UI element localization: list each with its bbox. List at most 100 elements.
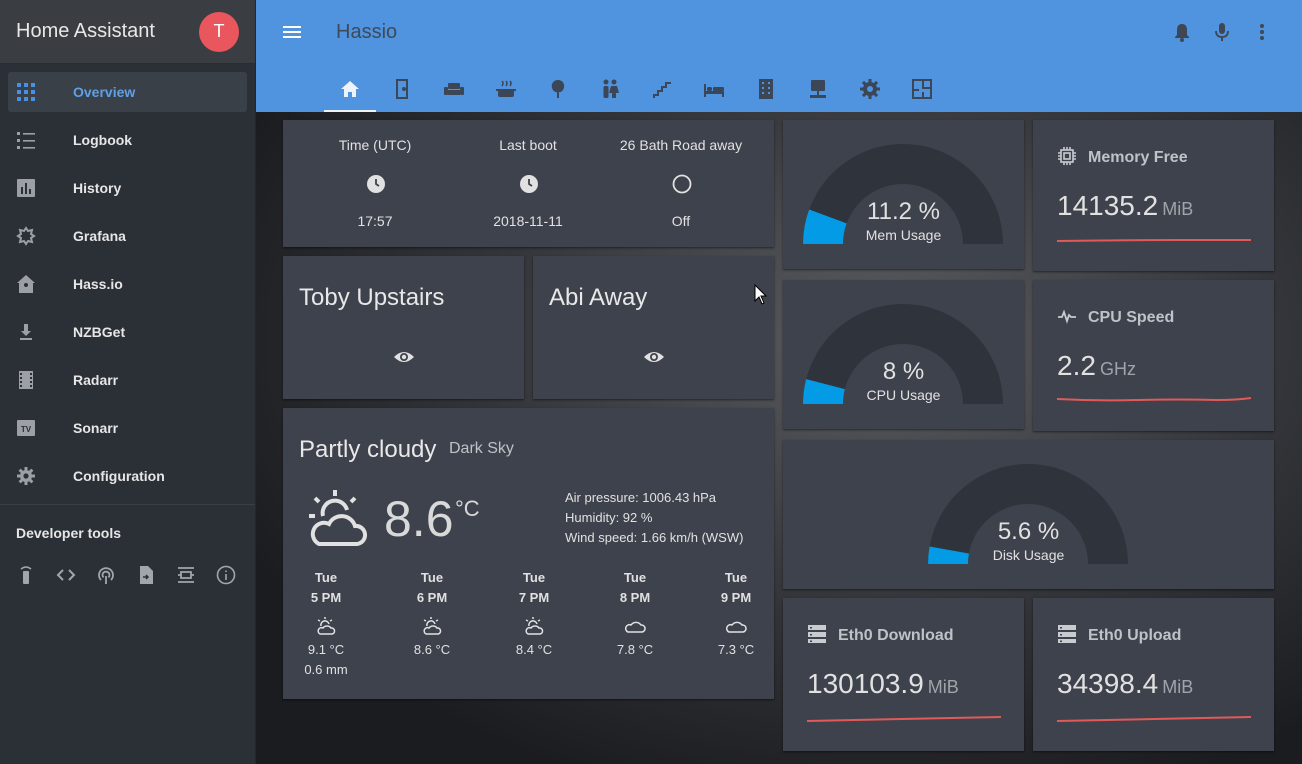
tab-building[interactable]: [740, 74, 792, 112]
tab-floorplan[interactable]: [896, 74, 948, 112]
app-title: Home Assistant: [16, 20, 155, 42]
weather-attributes: Air pressure: 1006.43 hPa Humidity: 92 %…: [565, 488, 743, 548]
entity-name: Time (UTC): [338, 137, 412, 153]
sensor-value: 34398.4: [1057, 668, 1159, 699]
info-icon[interactable]: [216, 565, 236, 585]
podcast-icon[interactable]: [96, 565, 116, 585]
timeline-icon[interactable]: [176, 565, 196, 585]
sensor-card-eth0-upload[interactable]: Eth0 Upload 34398.4 MiB: [1033, 598, 1274, 751]
film-icon: [8, 370, 48, 390]
sidebar-item-overview[interactable]: Overview: [8, 72, 247, 112]
forecast-time: 8 PM: [619, 590, 651, 605]
more-vertical-icon[interactable]: [1252, 22, 1272, 42]
people-icon: [603, 79, 619, 98]
sensor-value: 130103.9: [807, 668, 924, 699]
weather-pressure: Air pressure: 1006.43 hPa: [565, 490, 717, 505]
entity-state: 17:57: [357, 213, 393, 229]
sensor-unit: MiB: [1162, 199, 1194, 219]
forecast-temp: 9.1 °C: [307, 642, 345, 657]
sidebar-item-history[interactable]: History: [8, 168, 247, 208]
forecast-item: Tue 8 PM 7.8 °C: [600, 568, 670, 660]
tab-door[interactable]: [376, 74, 428, 112]
tab-home[interactable]: [324, 74, 376, 112]
tab-people[interactable]: [584, 74, 636, 112]
sidebar-item-grafana[interactable]: Grafana: [8, 216, 247, 256]
grafana-icon: [8, 226, 48, 246]
weather-temperature: 8.6: [384, 491, 454, 547]
sidebar-item-label: Overview: [73, 84, 136, 100]
sofa-icon: [444, 83, 464, 95]
tree-icon: [551, 80, 565, 98]
sidebar-item-sonarr[interactable]: TV Sonarr: [8, 408, 247, 448]
sidebar-item-configuration[interactable]: Configuration: [8, 456, 247, 496]
building-icon: [759, 79, 773, 99]
sidebar-item-logbook[interactable]: Logbook: [8, 120, 247, 160]
presence-card-toby[interactable]: Toby Upstairs: [283, 256, 524, 399]
presence-card-abi[interactable]: Abi Away: [533, 256, 774, 399]
remote-icon[interactable]: [16, 565, 36, 585]
tab-office[interactable]: [792, 74, 844, 112]
user-avatar[interactable]: T: [199, 11, 239, 52]
microphone-icon[interactable]: [1212, 22, 1232, 42]
apps-icon: [8, 82, 48, 102]
list-icon: [8, 130, 48, 150]
gauge-card-mem[interactable]: 11.2 % Mem Usage: [783, 120, 1024, 269]
sensor-value: 2.2: [1057, 350, 1096, 381]
entity-name: 26 Bath Road away: [619, 137, 743, 153]
entity-state: 2018-11-11: [493, 213, 563, 229]
gauge-card-disk[interactable]: 5.6 % Disk Usage: [783, 440, 1274, 589]
sidebar-item-radarr[interactable]: Radarr: [8, 360, 247, 400]
sensor-card-memory-free[interactable]: Memory Free 14135.2 MiB: [1033, 120, 1274, 271]
entity-state: Off: [671, 213, 691, 229]
tab-stairs[interactable]: [636, 74, 688, 112]
desk-icon: [810, 80, 826, 98]
tab-garden[interactable]: [532, 74, 584, 112]
sensor-name: CPU Speed: [1088, 309, 1175, 326]
tab-sofa[interactable]: [428, 74, 480, 112]
sidebar-item-label: NZBGet: [73, 324, 126, 340]
sensor-value-row: 14135.2 MiB: [1057, 190, 1193, 222]
gauge-card-cpu[interactable]: 8 % CPU Usage: [783, 280, 1024, 429]
tab-settings[interactable]: [844, 74, 896, 112]
sensor-name: Memory Free: [1088, 149, 1188, 166]
entity-name: Last boot: [499, 137, 557, 153]
sidebar-item-nzbget[interactable]: NZBGet: [8, 312, 247, 352]
sidebar-nav: Overview Logbook History Grafana Hass.io…: [0, 64, 255, 496]
gear-icon: [8, 466, 48, 486]
sparkline: [1057, 397, 1251, 402]
weather-unit: °C: [455, 496, 480, 521]
svg-text:TV: TV: [21, 425, 32, 434]
sidebar-item-label: Grafana: [73, 228, 126, 244]
partly-cloudy-icon: [305, 486, 371, 548]
sensor-card-eth0-download[interactable]: Eth0 Download 130103.9 MiB: [783, 598, 1024, 751]
sensor-unit: MiB: [927, 677, 959, 697]
system-entities-card: Time (UTC) 17:57 Last boot 2018-11-11 26…: [283, 120, 774, 247]
presence-name: Toby Upstairs: [299, 284, 445, 311]
circle-outline-icon: [672, 174, 692, 194]
bell-icon[interactable]: [1172, 22, 1192, 42]
sensor-card-cpu-speed[interactable]: CPU Speed 2.2 GHz: [1033, 280, 1274, 431]
mouse-cursor-icon: [754, 284, 768, 305]
tab-bedroom[interactable]: [688, 74, 740, 112]
forecast-item: Tue 6 PM 8.6 °C: [397, 568, 467, 660]
partly-cloudy-icon: [523, 615, 545, 637]
sensor-value-row: 2.2 GHz: [1057, 350, 1136, 382]
sidebar-item-label: Radarr: [73, 372, 119, 388]
forecast-day: Tue: [623, 570, 647, 585]
sidebar: Home Assistant T Overview Logbook Histor…: [0, 0, 256, 764]
server-icon: [807, 624, 829, 646]
sidebar-item-hassio[interactable]: Hass.io: [8, 264, 247, 304]
developer-tools-title: Developer tools: [16, 525, 122, 541]
door-icon: [396, 79, 408, 99]
weather-card[interactable]: Partly cloudy Dark Sky 8.6 °C Air pressu…: [283, 408, 774, 699]
weather-humidity: Humidity: 92 %: [565, 510, 653, 525]
sensor-unit: GHz: [1099, 359, 1136, 379]
tab-kitchen[interactable]: [480, 74, 532, 112]
view-tabs: [324, 74, 948, 112]
code-icon[interactable]: [56, 565, 76, 585]
menu-icon[interactable]: [282, 22, 302, 42]
forecast-time: 6 PM: [416, 590, 448, 605]
forecast-item: Tue 7 PM 8.4 °C: [499, 568, 569, 660]
gauge-label: Disk Usage: [992, 547, 1065, 563]
file-import-icon[interactable]: [136, 565, 156, 585]
